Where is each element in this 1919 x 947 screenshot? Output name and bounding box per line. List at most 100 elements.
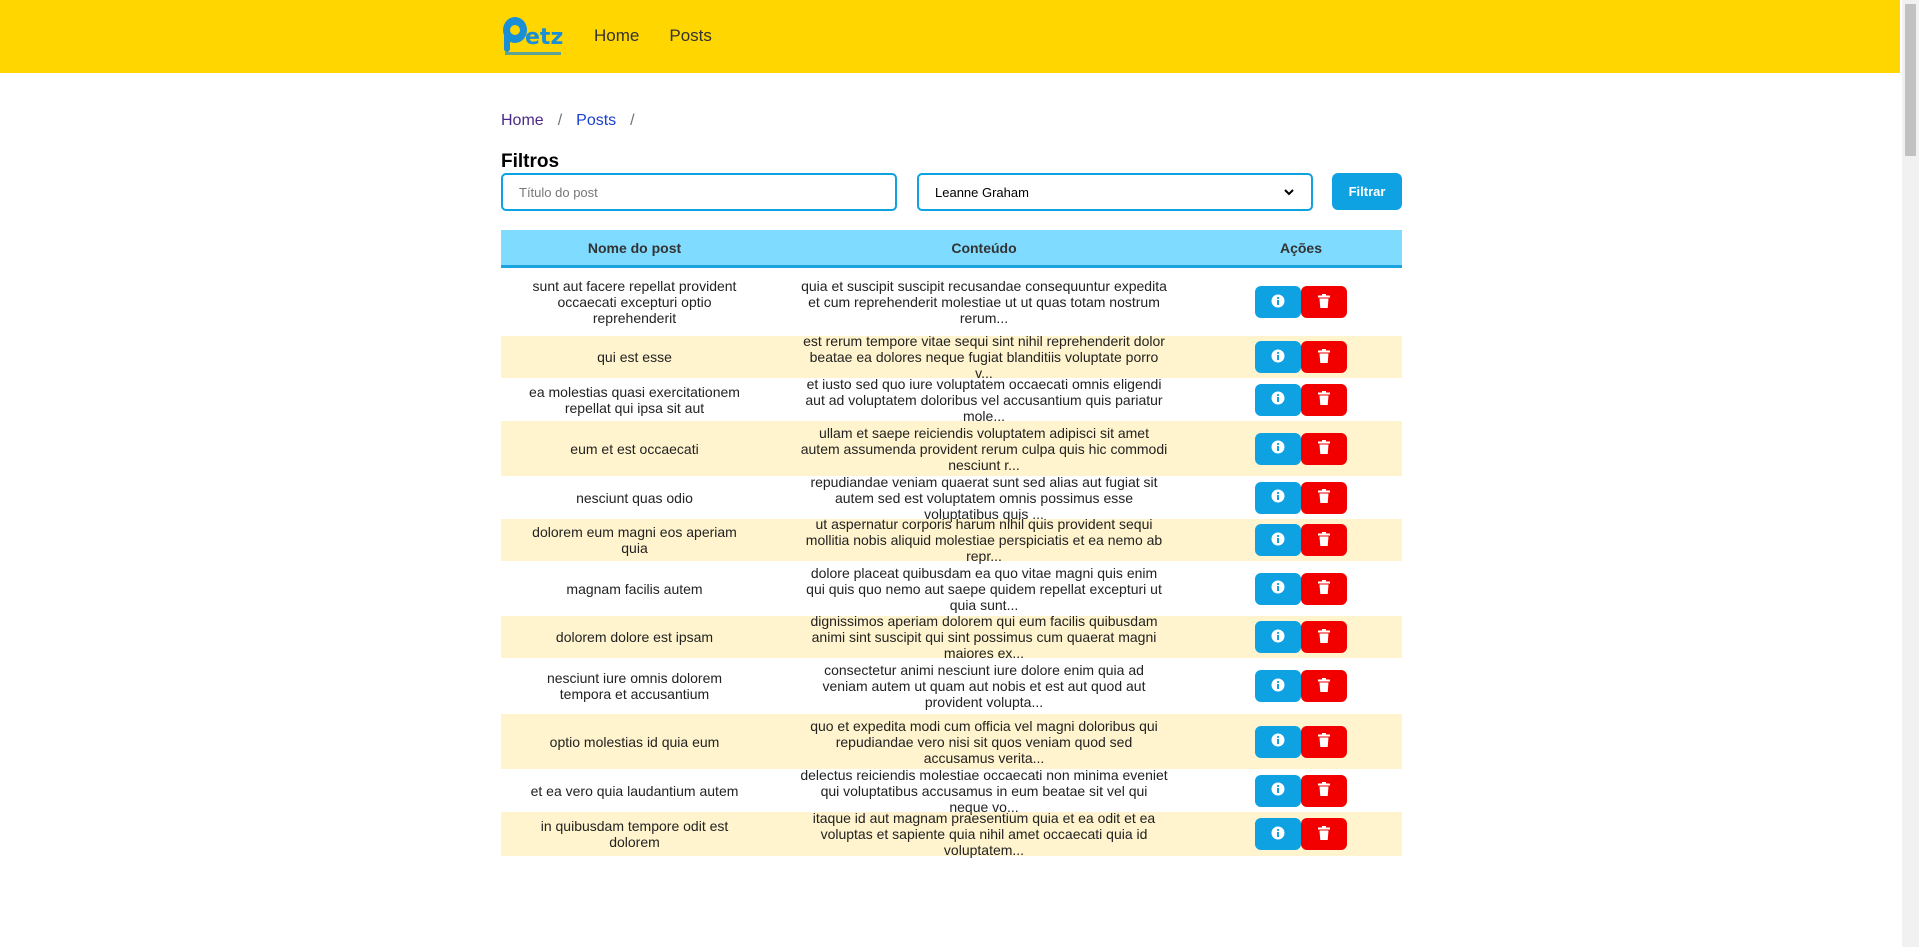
post-title-cell: magnam facilis autem [566,580,703,597]
trash-icon [1318,782,1330,799]
info-button[interactable] [1255,572,1301,605]
info-icon [1271,629,1285,646]
svg-text:etz: etz [525,25,563,50]
info-icon [1271,489,1285,506]
info-icon [1271,294,1285,311]
info-button[interactable] [1255,341,1301,373]
info-button[interactable] [1255,670,1301,702]
post-content-cell: itaque id aut magnam praesentium quia et… [812,810,1156,858]
delete-button[interactable] [1301,341,1347,373]
delete-button[interactable] [1301,670,1347,702]
info-icon [1271,580,1285,597]
info-button[interactable] [1255,818,1301,850]
table-row: dolorem eum magni eos aperiam quia ut as… [501,516,1402,564]
info-button[interactable] [1255,286,1301,318]
breadcrumb: Home / Posts / [501,112,649,130]
delete-button[interactable] [1301,725,1347,758]
info-button[interactable] [1255,383,1301,416]
post-title-cell: qui est esse [597,349,672,365]
filter-row: Leanne Graham Filtrar [501,173,1402,211]
user-select-value: Leanne Graham [935,184,1029,200]
info-button[interactable] [1255,725,1301,758]
info-button[interactable] [1255,774,1301,807]
info-icon [1271,782,1285,799]
table-row: dolorem dolore est ipsam dignissimos ape… [501,613,1402,661]
info-icon [1271,532,1285,549]
post-title-input[interactable] [501,173,897,211]
breadcrumb-separator: / [557,112,563,129]
trash-icon [1318,348,1330,366]
breadcrumb-posts[interactable]: Posts [576,112,616,130]
actions-cell [1200,572,1402,605]
table-row: ea molestias quasi exercitationem repell… [501,375,1402,424]
delete-button[interactable] [1301,286,1347,318]
trash-icon [1318,733,1330,750]
post-content-cell: quo et expedita modi cum officia vel mag… [810,717,1158,766]
post-title-cell: in quibusdam tempore odit est dolorem [540,818,729,850]
table-row: sunt aut facere repellat provident occae… [501,268,1402,336]
info-button[interactable] [1255,432,1301,465]
info-icon [1271,349,1285,366]
header-content[interactable]: Conteúdo [768,240,1200,256]
post-title-cell: nesciunt iure omnis dolorem tempora et a… [546,670,723,702]
trash-icon [1318,489,1330,506]
trash-icon [1318,825,1330,843]
table-row: in quibusdam tempore odit est dolorem it… [501,810,1402,858]
vertical-scrollbar[interactable] [1902,0,1919,947]
post-content-cell: repudiandae veniam quaerat sunt sed alia… [810,473,1158,522]
actions-cell [1200,383,1402,416]
nav-link-posts[interactable]: Posts [669,26,712,46]
delete-button[interactable] [1301,383,1347,416]
delete-button[interactable] [1301,572,1347,605]
trash-icon [1318,628,1330,646]
post-title-cell: dolorem eum magni eos aperiam quia [532,524,737,556]
post-content-cell: ullam et saepe reiciendis voluptatem adi… [800,424,1168,473]
header-post-name[interactable]: Nome do post [501,240,768,256]
delete-button[interactable] [1301,818,1347,850]
table-row: magnam facilis autem dolore placeat quib… [501,561,1402,616]
post-title-cell: eum et est occaecati [570,440,699,457]
info-icon [1271,391,1285,408]
delete-button[interactable] [1301,774,1347,807]
post-title-cell: dolorem dolore est ipsam [555,629,714,645]
header-actions: Ações [1279,239,1323,256]
delete-button[interactable] [1301,432,1347,465]
info-button[interactable] [1255,524,1301,556]
info-button[interactable] [1255,621,1301,653]
actions-cell [1200,341,1402,373]
nav-link-home[interactable]: Home [594,26,639,46]
actions-cell [1200,774,1402,807]
post-title-cell: sunt aut facere repellat provident occae… [532,278,737,326]
chevron-down-icon [1283,186,1295,198]
post-title-cell: ea molestias quasi exercitationem repell… [529,383,740,416]
table-row: nesciunt quas odio repudiandae veniam qu… [501,473,1402,522]
table-row: qui est esse est rerum tempore vitae seq… [501,333,1402,381]
trash-icon [1318,580,1330,597]
actions-cell [1200,432,1402,465]
post-content-cell: et iusto sed quo iure voluptatem occaeca… [805,375,1163,424]
info-icon [1271,826,1285,843]
delete-button[interactable] [1301,621,1347,653]
actions-cell [1200,818,1402,850]
info-button[interactable] [1255,481,1301,514]
post-title-cell: et ea vero quia laudantium autem [530,782,739,799]
post-content-cell: delectus reiciendis molestiae occaecati … [800,766,1168,815]
post-content-cell: ut aspernatur corporis harum nihil quis … [805,516,1163,564]
filter-button[interactable]: Filtrar [1332,173,1402,210]
user-select[interactable]: Leanne Graham [917,173,1313,211]
info-icon [1271,733,1285,750]
breadcrumb-separator: / [630,112,635,129]
actions-cell [1200,286,1402,318]
post-title-cell: optio molestias id quia eum [549,733,720,750]
breadcrumb-home[interactable]: Home [501,112,544,130]
delete-button[interactable] [1301,481,1347,514]
scrollbar-thumb[interactable] [1905,4,1916,156]
trash-icon [1318,531,1330,549]
post-content-cell: dolore placeat quibusdam ea quo vitae ma… [806,564,1162,613]
trash-icon [1318,677,1330,695]
table-row: eum et est occaecati ullam et saepe reic… [501,421,1402,476]
delete-button[interactable] [1301,524,1347,556]
petz-logo-icon[interactable]: etz [501,14,565,58]
actions-cell [1200,670,1402,702]
table-header: Nome do post Conteúdo Ações [501,230,1402,268]
